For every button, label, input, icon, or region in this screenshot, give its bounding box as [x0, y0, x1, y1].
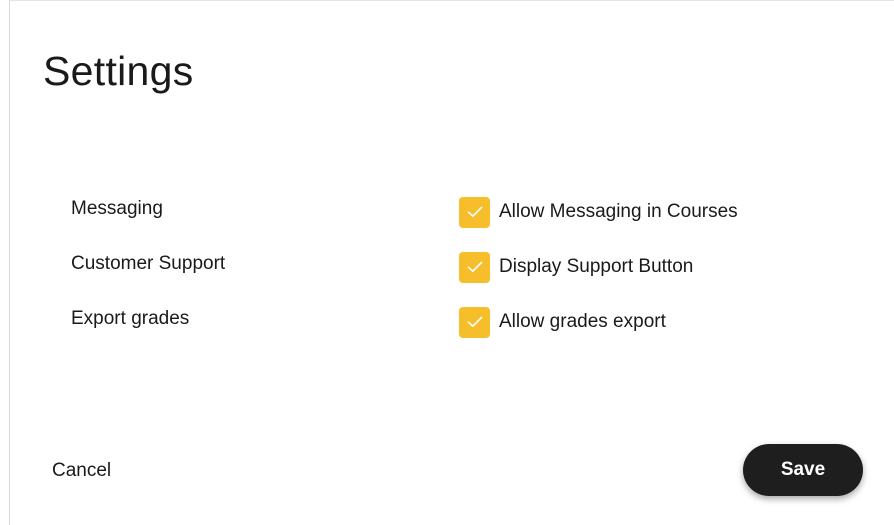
checkmark-icon — [467, 316, 482, 327]
allow-messaging-checkbox[interactable] — [459, 196, 490, 228]
option-allow-grades-export[interactable]: Allow grades export — [459, 306, 666, 338]
page-title: Settings — [43, 48, 194, 94]
display-support-checkbox[interactable] — [459, 251, 490, 283]
save-button[interactable]: Save — [743, 444, 863, 496]
allow-grades-export-label: Allow grades export — [499, 311, 666, 332]
setting-label-export-grades: Export grades — [71, 308, 190, 329]
option-display-support-button[interactable]: Display Support Button — [459, 251, 693, 283]
setting-label-customer-support: Customer Support — [71, 253, 226, 274]
option-allow-messaging[interactable]: Allow Messaging in Courses — [459, 196, 738, 228]
checkmark-icon — [467, 261, 482, 272]
checkmark-icon — [467, 206, 482, 217]
setting-label-messaging: Messaging — [71, 198, 163, 219]
cancel-button[interactable]: Cancel — [52, 459, 111, 483]
display-support-label: Display Support Button — [499, 256, 694, 277]
allow-grades-export-checkbox[interactable] — [459, 306, 490, 338]
allow-messaging-label: Allow Messaging in Courses — [499, 201, 738, 222]
settings-dialog: Settings Messaging Customer Support Expo… — [9, 0, 894, 525]
